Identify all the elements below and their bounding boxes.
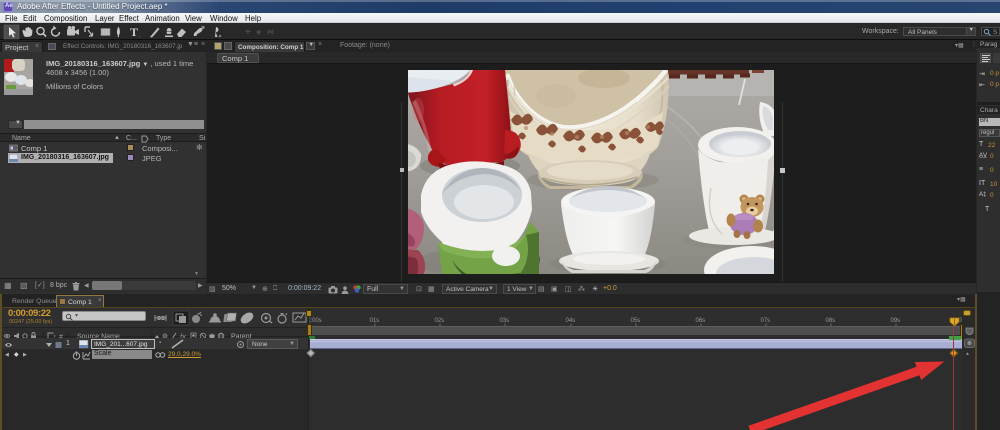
svg-text:08s: 08s [826,318,836,324]
svg-text:03s: 03s [500,318,510,324]
svg-text:.: . [139,33,141,39]
svg-text:09s: 09s [891,318,901,324]
svg-text:05s: 05s [631,318,641,324]
svg-text:07s: 07s [761,318,771,324]
svg-text:01s: 01s [370,318,380,324]
svg-text:06s: 06s [696,318,706,324]
svg-text:T: T [130,25,138,39]
svg-text:02s: 02s [435,318,445,324]
svg-text:04s: 04s [566,318,576,324]
